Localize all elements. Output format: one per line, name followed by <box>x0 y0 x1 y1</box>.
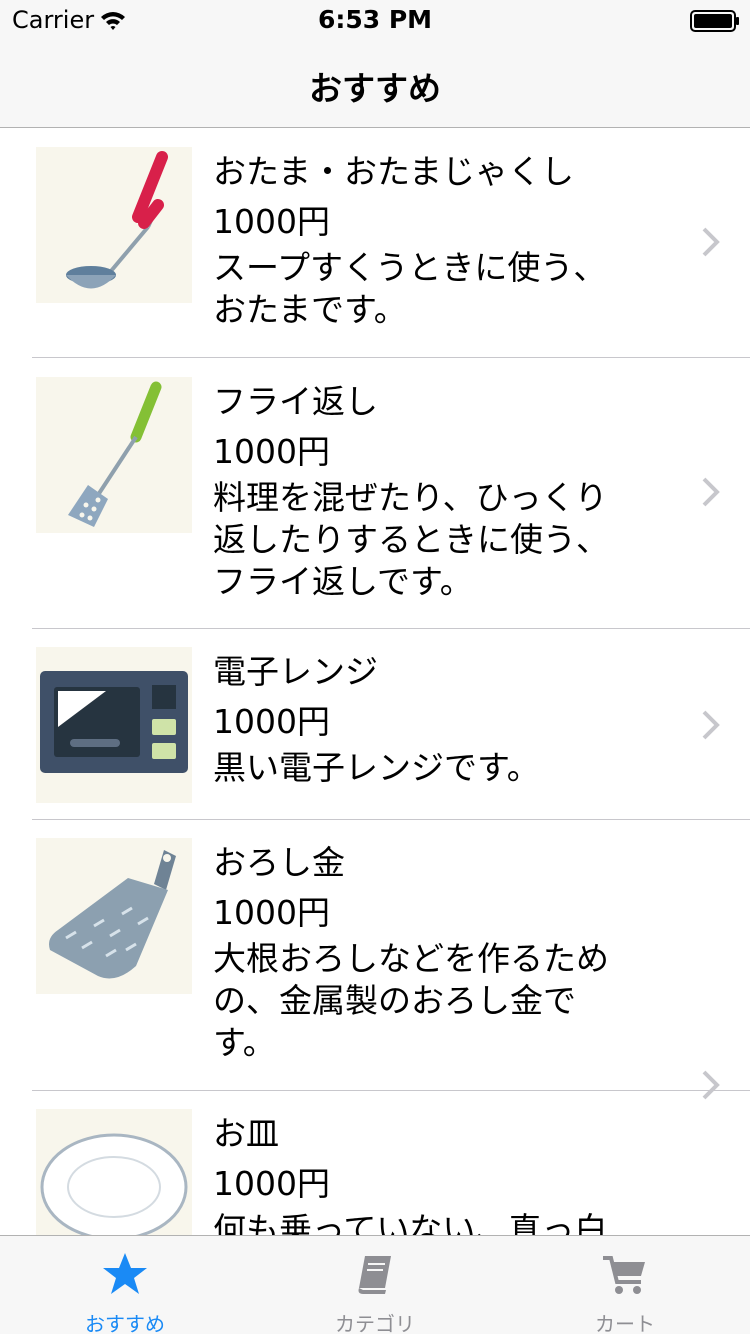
tab-category[interactable]: カテゴリ <box>250 1236 500 1334</box>
list-item[interactable]: フライ返し 1000円 料理を混ぜたり、ひっくり 返したりするときに使う、 フラ… <box>0 358 750 629</box>
tab-cart[interactable]: カート <box>500 1236 750 1334</box>
list-item[interactable]: お皿 1000円 何も乗っていない、真っ白 <box>0 1091 750 1235</box>
spatula-icon <box>36 377 192 533</box>
product-list[interactable]: おたま・おたまじゃくし 1000円 スープすくうときに使う、 おたまです。 フラ… <box>0 129 750 1235</box>
battery-icon <box>690 10 739 32</box>
tab-label: カテゴリ <box>335 1312 415 1334</box>
chevron-right-icon <box>702 227 720 257</box>
item-description: 料理を混ぜたり、ひっくり 返したりするときに使う、 フライ返しです。 <box>213 478 609 601</box>
item-name: お皿 <box>213 1114 279 1153</box>
chevron-right-icon <box>702 477 720 507</box>
item-name: 電子レンジ <box>213 652 378 691</box>
item-price: 1000円 <box>213 893 330 932</box>
cart-icon <box>603 1256 645 1294</box>
item-price: 1000円 <box>213 432 330 471</box>
tab-bar: おすすめ カテゴリ カート <box>0 1235 750 1334</box>
tab-recommended[interactable]: おすすめ <box>0 1236 250 1334</box>
page-title: おすすめ <box>309 69 441 108</box>
item-description: 黒い電子レンジです。 <box>213 748 540 787</box>
item-description: 大根おろしなどを作るため の、金属製のおろし金で す。 <box>213 939 609 1062</box>
status-bar: Carrier 6:53 PM <box>0 0 750 40</box>
item-name: おたま・おたまじゃくし <box>213 152 575 191</box>
item-price: 1000円 <box>213 1164 330 1203</box>
item-price: 1000円 <box>213 702 330 741</box>
item-text: おろし金 1000円 大根おろしなどを作るため の、金属製のおろし金で す。 <box>213 838 653 1064</box>
list-item[interactable]: おろし金 1000円 大根おろしなどを作るため の、金属製のおろし金で す。 <box>0 820 750 1100</box>
item-description: スープすくうときに使う、 おたまです。 <box>213 248 607 329</box>
list-item[interactable]: 電子レンジ 1000円 黒い電子レンジです。 <box>0 629 750 820</box>
item-name: おろし金 <box>213 843 345 882</box>
item-name: フライ返し <box>213 382 378 421</box>
microwave-icon <box>36 647 192 803</box>
star-icon <box>103 1253 147 1294</box>
item-text: おたま・おたまじゃくし 1000円 スープすくうときに使う、 おたまです。 <box>213 147 653 331</box>
tab-label: カート <box>595 1312 655 1334</box>
grater-icon <box>36 838 192 994</box>
ladle-icon <box>36 147 192 303</box>
item-description: 何も乗っていない、真っ白 <box>213 1210 608 1235</box>
status-time: 6:53 PM <box>317 5 433 34</box>
item-text: お皿 1000円 何も乗っていない、真っ白 <box>213 1109 653 1235</box>
chevron-right-icon <box>702 710 720 740</box>
book-icon <box>358 1256 391 1294</box>
item-price: 1000円 <box>213 202 330 241</box>
item-text: フライ返し 1000円 料理を混ぜたり、ひっくり 返したりするときに使う、 フラ… <box>213 377 653 603</box>
navigation-bar: おすすめ <box>0 40 750 128</box>
list-item[interactable]: おたま・おたまじゃくし 1000円 スープすくうときに使う、 おたまです。 <box>0 129 750 358</box>
tab-label: おすすめ <box>85 1312 165 1334</box>
item-text: 電子レンジ 1000円 黒い電子レンジです。 <box>213 647 653 789</box>
plate-icon <box>36 1109 192 1235</box>
